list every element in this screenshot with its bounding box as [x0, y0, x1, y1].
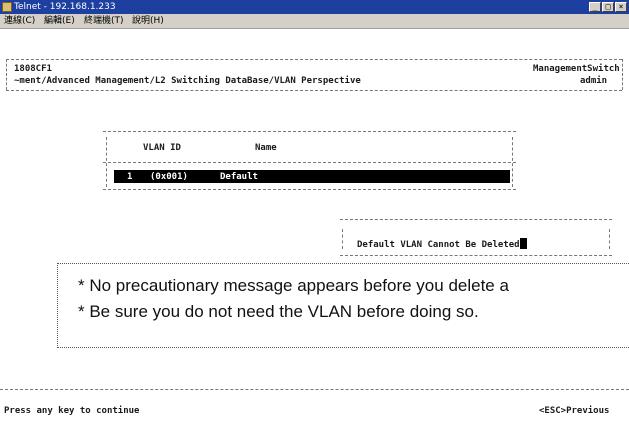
vlan-name-cell: Default — [220, 172, 258, 182]
status-message: Default VLAN Cannot Be Deleted — [357, 240, 520, 250]
header-bottom-border — [6, 90, 622, 91]
table-right-border — [512, 137, 513, 187]
maximize-button[interactable]: □ — [602, 2, 614, 12]
footer-divider — [0, 389, 629, 390]
text-cursor — [519, 238, 527, 249]
user-name: admin — [580, 76, 608, 86]
menu-bar: 連線(C) 編輯(E) 終端機(T) 說明(H) — [0, 14, 629, 29]
window-title: Telnet - 192.168.1.233 — [14, 2, 116, 12]
header-top-border — [6, 59, 622, 60]
menu-path: ~ment/Advanced Management/L2 Switching D… — [14, 76, 361, 86]
table-bottom-border — [103, 189, 516, 190]
callout-line-1: * No precautionary message appears befor… — [78, 276, 509, 295]
callout-line-2: * Be sure you do not need the VLAN befor… — [78, 302, 479, 321]
table-row[interactable]: 1 (0x001) Default — [114, 170, 510, 183]
terminal-screen[interactable]: 1808CF1 ManagementSwitch ~ment/Advanced … — [0, 29, 629, 432]
column-header-name: Name — [255, 143, 277, 153]
annotation-callout: * No precautionary message appears befor… — [57, 263, 629, 348]
close-button[interactable]: × — [615, 2, 627, 12]
message-box-top-border — [340, 219, 612, 220]
header-right-border — [622, 59, 623, 90]
minimize-button[interactable]: _ — [589, 2, 601, 12]
menu-terminal[interactable]: 終端機(T) — [84, 15, 124, 27]
menu-help[interactable]: 說明(H) — [132, 15, 164, 27]
table-top-border — [103, 131, 516, 132]
esc-previous-hint[interactable]: <ESC>Previous — [539, 405, 609, 417]
telnet-app-icon — [2, 2, 12, 12]
menu-edit[interactable]: 編輯(E) — [44, 15, 75, 27]
device-name: 1808CF1 — [14, 64, 52, 74]
product-name: ManagementSwitch — [533, 64, 620, 74]
message-box-bottom-border — [340, 255, 612, 256]
column-header-vlan-id: VLAN ID — [143, 143, 181, 153]
header-left-border — [6, 59, 7, 90]
continue-prompt: Press any key to continue — [4, 406, 140, 416]
window-title-bar: Telnet - 192.168.1.233 _ □ × — [0, 0, 629, 14]
table-left-border — [106, 137, 107, 187]
vlan-hex-cell: (0x001) — [150, 172, 188, 182]
table-header-divider — [103, 162, 516, 163]
message-box-right-border — [609, 229, 610, 249]
vlan-id-cell: 1 — [127, 172, 133, 182]
message-line: Default VLAN Cannot Be Deleted — [357, 234, 527, 252]
message-box-left-border — [342, 229, 343, 249]
menu-connect[interactable]: 連線(C) — [4, 15, 35, 27]
